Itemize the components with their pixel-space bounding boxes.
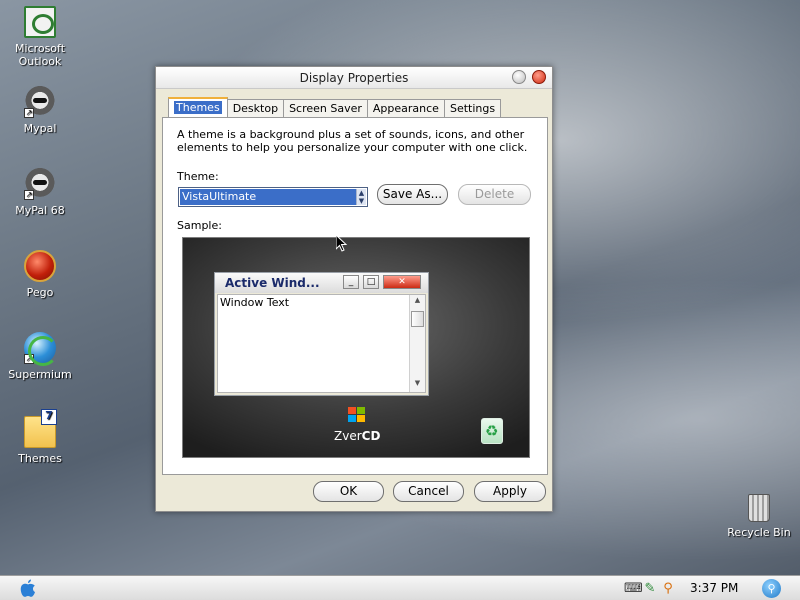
title-bar[interactable]: Display Properties <box>156 67 552 89</box>
display-properties-window: Display Properties Themes Desktop Screen… <box>155 66 553 512</box>
scroll-thumb <box>411 311 424 327</box>
desktop-icon-mypal-68[interactable]: ↗ MyPal 68 <box>0 168 80 217</box>
apple-logo-icon <box>20 579 35 597</box>
sample-close-icon: ✕ <box>383 275 421 289</box>
sample-window-title: Active Wind... <box>225 276 320 290</box>
network-icon[interactable]: ✎ <box>642 581 658 597</box>
zvercd-prefix: Zver <box>334 429 362 443</box>
desktop-icon-mypal[interactable]: ↗ Mypal <box>0 86 80 135</box>
desktop-icon-themes[interactable]: Themes <box>0 409 80 465</box>
taskbar: ⌨ ✎ ⚲ 3:37 PM ⚲ <box>0 575 800 600</box>
tab-screen-saver[interactable]: Screen Saver <box>283 99 368 118</box>
desktop-icon-label: Mypal <box>23 122 57 135</box>
tab-bar: Themes Desktop Screen Saver Appearance S… <box>168 97 502 118</box>
theme-dropdown-value: VistaUltimate <box>180 189 356 205</box>
dropdown-arrow-icon[interactable]: ▲ ▼ <box>356 189 366 205</box>
sample-scrollbar: ▲ ▼ <box>409 295 425 392</box>
zvercd-suffix: CD <box>361 429 381 443</box>
start-button[interactable] <box>18 579 38 598</box>
themes-panel: A theme is a background plus a set of so… <box>162 117 548 475</box>
sample-minimize-icon: _ <box>343 275 359 289</box>
tab-appearance[interactable]: Appearance <box>366 99 445 118</box>
supermium-icon: ↗ <box>24 332 58 366</box>
sample-maximize-icon: □ <box>363 275 379 289</box>
desktop-icon-microsoft-outlook[interactable]: Microsoft Outlook <box>0 6 80 68</box>
shortcut-arrow-icon: ↗ <box>24 190 34 200</box>
save-as-button[interactable]: Save As... <box>377 184 448 205</box>
sample-title-bar: Active Wind... _ □ ✕ <box>215 273 428 293</box>
scroll-down-arrow-icon: ▼ <box>414 379 421 387</box>
minimize-button[interactable] <box>512 70 526 84</box>
sample-window-content: Window Text ▲ ▼ <box>217 294 426 393</box>
delete-button[interactable]: Delete <box>458 184 531 205</box>
pego-icon <box>24 250 56 282</box>
raccoon-icon: ↗ <box>24 168 56 200</box>
apply-button[interactable]: Apply <box>474 481 546 502</box>
desktop-icon-pego[interactable]: Pego <box>0 250 80 299</box>
raccoon-icon: ↗ <box>24 86 56 118</box>
theme-dropdown[interactable]: VistaUltimate ▲ ▼ <box>178 187 368 207</box>
search-icon[interactable]: ⚲ <box>762 579 781 598</box>
ok-button[interactable]: OK <box>313 481 384 502</box>
keyboard-icon[interactable]: ⌨ <box>624 581 643 597</box>
shortcut-arrow-icon: ↗ <box>24 354 34 364</box>
search-tray-icon[interactable]: ⚲ <box>660 581 676 597</box>
desktop-icon-label: MyPal 68 <box>15 204 65 217</box>
tab-desktop[interactable]: Desktop <box>226 99 285 118</box>
outlook-icon <box>24 6 56 38</box>
desktop-icon-label: Supermium <box>8 368 72 381</box>
desktop-icon-label: Recycle Bin <box>727 526 791 539</box>
desktop-icon-label: Microsoft Outlook <box>14 42 66 68</box>
desktop-icon-label: Themes <box>18 452 62 465</box>
window-title: Display Properties <box>299 71 409 85</box>
tab-themes[interactable]: Themes <box>168 97 228 118</box>
zvercd-logo: ZverCD <box>334 429 380 443</box>
scroll-up-arrow-icon: ▲ <box>414 296 421 304</box>
recycle-bin-icon <box>748 494 770 522</box>
sample-label: Sample: <box>177 219 222 232</box>
tab-settings[interactable]: Settings <box>443 99 502 118</box>
sample-active-window: Active Wind... _ □ ✕ Window Text ▲ ▼ <box>214 272 429 396</box>
sample-window-text: Window Text <box>220 296 290 309</box>
theme-label: Theme: <box>177 170 219 183</box>
sample-recycle-bin-icon <box>481 418 503 444</box>
cancel-button[interactable]: Cancel <box>393 481 464 502</box>
theme-sample-preview: Active Wind... _ □ ✕ Window Text ▲ ▼ Zve… <box>182 237 530 458</box>
close-button[interactable] <box>532 70 546 84</box>
theme-description: A theme is a background plus a set of so… <box>177 128 528 154</box>
desktop-icon-label: Pego <box>26 286 54 299</box>
desktop-icon-recycle-bin[interactable]: Recycle Bin <box>719 494 799 539</box>
clock[interactable]: 3:37 PM <box>690 581 738 595</box>
shortcut-arrow-icon: ↗ <box>24 108 34 118</box>
tab-label: Themes <box>174 101 222 114</box>
desktop-icon-supermium[interactable]: ↗ Supermium <box>0 332 80 381</box>
windows-logo-icon <box>348 407 366 423</box>
folder-icon <box>24 409 57 448</box>
